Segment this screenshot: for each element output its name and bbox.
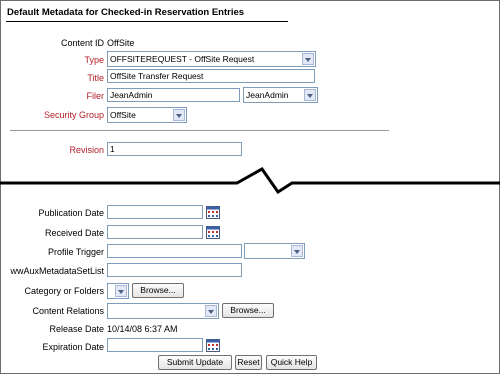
security-group-select[interactable]: OffSite	[107, 107, 187, 123]
section-title: Default Metadata for Checked-in Reservat…	[7, 7, 245, 18]
reset-button[interactable]: Reset	[235, 355, 262, 370]
chevron-down-icon	[302, 53, 314, 65]
revision-label: Revision	[69, 145, 104, 155]
calendar-icon[interactable]	[206, 226, 220, 239]
release-date-label: Release Date	[49, 324, 104, 334]
type-select[interactable]: OFFSITEREQUEST - OffSite Request	[107, 51, 316, 67]
category-folders-select[interactable]	[107, 283, 129, 299]
publication-date-label: Publication Date	[38, 208, 104, 218]
security-group-select-value: OffSite	[110, 110, 136, 120]
filer-input[interactable]: JeanAdmin	[107, 88, 240, 102]
content-id-label: Content ID	[60, 38, 104, 48]
expiration-date-label: Expiration Date	[42, 342, 104, 352]
submit-update-button[interactable]: Submit Update	[158, 355, 232, 370]
received-date-input[interactable]	[107, 225, 203, 239]
type-select-value: OFFSITEREQUEST - OffSite Request	[110, 54, 255, 64]
title-input[interactable]: OffSite Transfer Request	[107, 69, 315, 83]
profile-trigger-select[interactable]	[244, 243, 305, 259]
title-underline	[6, 21, 288, 22]
calendar-icon[interactable]	[206, 339, 220, 352]
revision-input[interactable]: 1	[107, 142, 242, 156]
break-line-icon	[0, 167, 500, 195]
filer-select-value: JeanAdmin	[246, 90, 289, 100]
calendar-icon[interactable]	[206, 206, 220, 219]
chevron-down-icon	[304, 89, 316, 101]
section-divider	[10, 130, 389, 131]
aux-metadata-input[interactable]	[107, 263, 242, 277]
category-folders-label: Category or Folders	[24, 286, 104, 296]
content-relations-select[interactable]	[107, 303, 219, 319]
filer-label: Filer	[86, 91, 105, 101]
received-date-label: Received Date	[44, 228, 104, 238]
chevron-down-icon	[173, 109, 185, 121]
chevron-down-icon	[115, 285, 127, 297]
content-id-value: OffSite	[107, 38, 135, 48]
filer-select[interactable]: JeanAdmin	[243, 87, 318, 103]
chevron-down-icon	[205, 305, 217, 317]
type-label: Type	[84, 55, 104, 65]
content-relations-label: Content Relations	[32, 306, 104, 316]
security-group-label: Security Group	[43, 110, 104, 120]
publication-date-input[interactable]	[107, 205, 203, 219]
chevron-down-icon	[291, 245, 303, 257]
aux-metadata-label: wwAuxMetadataSetList	[10, 266, 104, 276]
category-browse-button[interactable]: Browse...	[132, 283, 184, 298]
quick-help-button[interactable]: Quick Help	[266, 355, 317, 370]
profile-trigger-label: Profile Trigger	[47, 247, 104, 257]
relations-browse-button[interactable]: Browse...	[222, 303, 274, 318]
title-label: Title	[87, 73, 104, 83]
expiration-date-input[interactable]	[107, 338, 203, 352]
profile-trigger-input[interactable]	[107, 244, 242, 258]
release-date-value: 10/14/08 6:37 AM	[107, 324, 178, 334]
